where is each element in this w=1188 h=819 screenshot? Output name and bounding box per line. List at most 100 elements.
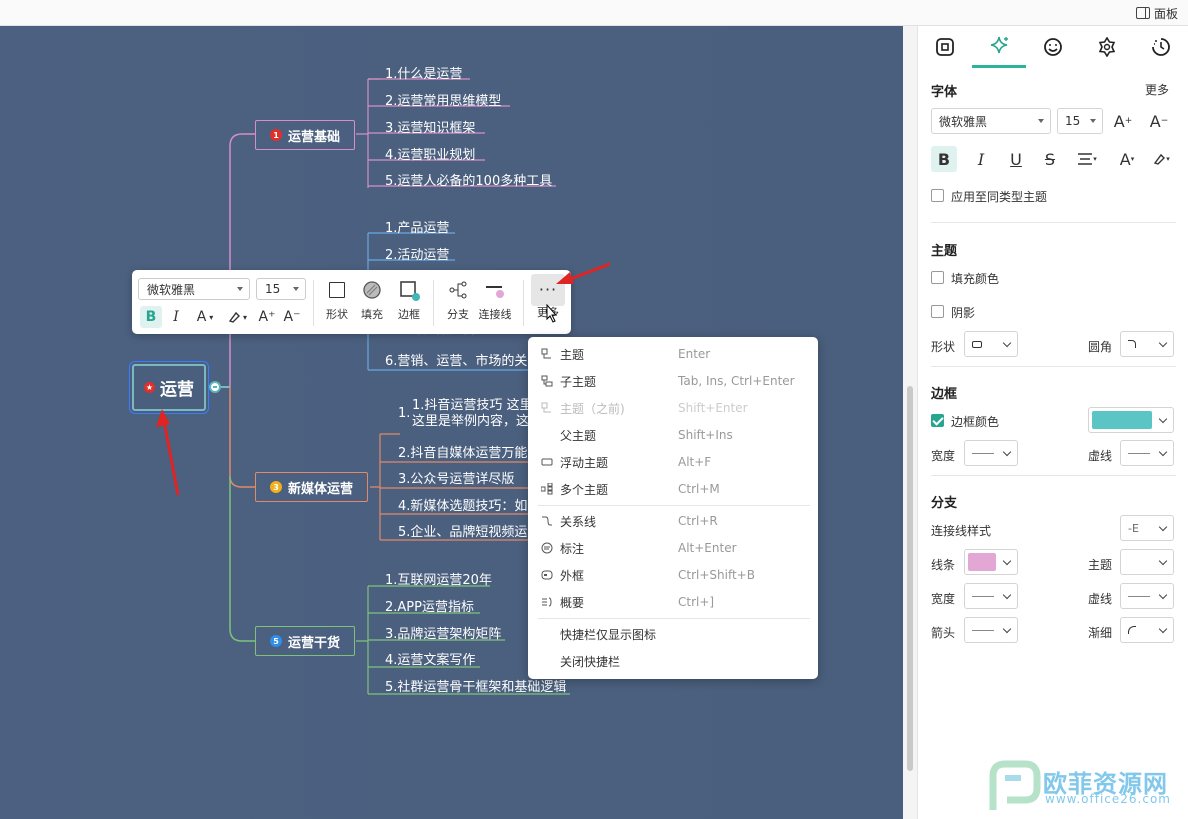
leaf-topic[interactable]: 4.运营职业规划 (385, 144, 475, 166)
leaf-topic[interactable]: 3.运营知识框架 (385, 117, 475, 139)
menu-item-parent-topic[interactable]: 父主题 Shift+Ins (528, 422, 818, 448)
format-panel: 字体 更多 微软雅黑 15 A + A − B I U S ▾ A ▾ ▾ 应用至同类… (917, 26, 1188, 819)
connector-line-button[interactable]: 连接线 (473, 278, 517, 330)
align-icon[interactable]: ▾ (1071, 146, 1103, 172)
taper-icon (1128, 626, 1136, 634)
connector-style-label: 连接线样式 (931, 524, 992, 538)
apply-same-label: 应用至同类型主题 (951, 190, 1048, 204)
more-link[interactable]: 更多 (1145, 81, 1169, 98)
increase-font-icon[interactable]: A + (1110, 108, 1136, 134)
mouse-cursor-icon (546, 304, 558, 323)
menu-item-callout[interactable]: 标注 Alt+Enter (528, 535, 818, 561)
tab-icons[interactable] (1026, 26, 1080, 68)
panel-text-color-icon[interactable]: A ▾ (1113, 146, 1141, 172)
connector-style-select[interactable]: -E (1120, 515, 1174, 541)
panel-font-family-select[interactable]: 微软雅黑 (931, 108, 1051, 134)
line-color-select[interactable] (964, 549, 1018, 575)
border-color-select[interactable] (1088, 407, 1174, 433)
leaf-topic[interactable]: 2.活动运营 (385, 244, 449, 266)
vertical-scrollbar[interactable] (903, 26, 917, 819)
panel-underline-button[interactable]: U (1003, 146, 1029, 172)
border-width-select[interactable] (964, 440, 1018, 466)
corner-label: 圆角 (1088, 340, 1113, 354)
apply-same-checkbox[interactable] (931, 189, 944, 202)
border-icon (400, 281, 420, 301)
leaf-topic[interactable]: 1.产品运营 (385, 217, 449, 239)
tab-format[interactable] (972, 26, 1026, 68)
bold-button[interactable]: B (140, 306, 162, 328)
panel-toggle-button[interactable]: 面板 (1135, 4, 1178, 22)
scrollbar-thumb[interactable] (907, 386, 913, 771)
taper-select[interactable] (1120, 617, 1174, 643)
collapse-toggle-icon[interactable] (209, 381, 221, 393)
menu-item-close-toolbar[interactable]: 关闭快捷栏 (528, 648, 818, 674)
branch-topic-4[interactable]: 5 运营干货 (255, 626, 356, 656)
leaf-topic[interactable]: 6.营销、运营、市场的关系 (385, 350, 530, 372)
leaf-topic[interactable]: 5.企业、品牌短视频运 (398, 521, 530, 543)
leaf-topic[interactable]: 3.公众号运营详尽版 (398, 468, 530, 490)
tab-history[interactable] (1134, 26, 1188, 68)
decrease-font-button[interactable]: A⁻ (281, 306, 303, 328)
branch-topic-select[interactable] (1120, 549, 1174, 575)
relation-icon (540, 514, 554, 528)
leaf-topic[interactable]: 4.运营文案写作 (385, 649, 475, 671)
border-color-checkbox[interactable] (931, 414, 944, 427)
menu-item-multi-topic[interactable]: 多个主题 Ctrl+M (528, 476, 818, 502)
menu-item-subtopic[interactable]: 子主题 Tab, Ins, Ctrl+Enter (528, 368, 818, 394)
fill-color-label: 填充颜色 (951, 272, 1000, 286)
menu-item-topic-before[interactable]: 主题（之前) Shift+Enter (528, 395, 818, 421)
menu-item-floating-topic[interactable]: 浮动主题 Alt+F (528, 449, 818, 475)
connector-style-icon: -E (1128, 521, 1139, 535)
leaf-topic[interactable]: 4.新媒体选题技巧：如 (398, 495, 530, 517)
increase-font-button[interactable]: A⁺ (256, 306, 278, 328)
topic-before-icon (540, 401, 554, 415)
arrow-select[interactable] (964, 617, 1018, 643)
leaf-topic[interactable]: 1.1.抖音运营技巧 这里是举例内容，这这里是举例内容，这 (398, 398, 530, 433)
panel-strikethrough-button[interactable]: S (1037, 146, 1063, 172)
menu-item-icons-only[interactable]: 快捷栏仅显示图标 (528, 621, 818, 647)
menu-item-topic[interactable]: 主题 Enter (528, 341, 818, 367)
border-color-swatch (1092, 411, 1152, 429)
shadow-checkbox[interactable] (931, 305, 944, 318)
red-arrow-icon (556, 262, 611, 284)
leaf-topic[interactable]: 1.互联网运营20年 (385, 569, 492, 591)
decrease-font-icon[interactable]: A − (1146, 108, 1172, 134)
branch-topic-1[interactable]: 1 运营基础 (255, 120, 356, 150)
panel-tabs (918, 26, 1188, 68)
leaf-topic[interactable]: 2.运营常用思维模型 (385, 90, 501, 112)
branch-width-select[interactable] (964, 583, 1018, 609)
central-topic[interactable]: ★ 运营 (132, 364, 206, 411)
panel-highlight-icon[interactable]: ▾ (1147, 146, 1175, 172)
panel-italic-button[interactable]: I (968, 146, 994, 172)
corner-select[interactable] (1120, 331, 1174, 357)
text-color-button[interactable]: A ▾ (190, 306, 220, 328)
panel-font-size-select[interactable]: 15 (1057, 108, 1103, 134)
leaf-topic[interactable]: 1.什么是运营 (385, 63, 462, 85)
leaf-topic[interactable]: 3.品牌运营架构矩阵 (385, 623, 501, 645)
highlight-icon[interactable]: ▾ (222, 306, 252, 328)
branch-dash-select[interactable] (1120, 583, 1174, 609)
tab-style[interactable] (918, 26, 972, 68)
shape-select[interactable] (964, 331, 1018, 357)
menu-item-summary[interactable]: 概要 Ctrl+] (528, 589, 818, 615)
leaf-topic[interactable]: 2.APP运营指标 (385, 596, 474, 618)
border-dash-label: 虚线 (1088, 449, 1113, 463)
border-button[interactable]: 边框 (387, 278, 431, 330)
tab-theme[interactable] (1080, 26, 1134, 68)
branch-topic-3[interactable]: 3 新媒体运营 (255, 472, 369, 502)
summary-icon (540, 595, 554, 609)
menu-item-boundary[interactable]: 外框 Ctrl+Shift+B (528, 562, 818, 588)
shape-icon (329, 282, 345, 298)
branch-topic-label: 主题 (1088, 558, 1113, 572)
italic-button[interactable]: I (165, 306, 187, 328)
border-dash-select[interactable] (1120, 440, 1174, 466)
leaf-topic[interactable]: 5.运营人必备的100多种工具 (385, 170, 552, 192)
font-family-select[interactable]: 微软雅黑 (138, 278, 250, 300)
fill-color-checkbox[interactable] (931, 271, 944, 284)
leaf-topic[interactable]: 5.社群运营骨干框架和基础逻辑 (385, 676, 566, 698)
border-section-title: 边框 (931, 387, 958, 402)
panel-bold-button[interactable]: B (931, 146, 957, 172)
leaf-topic[interactable]: 2.抖音自媒体运营万能 (398, 442, 530, 464)
menu-item-relation[interactable]: 关系线 Ctrl+R (528, 508, 818, 534)
font-size-select[interactable]: 15 (256, 278, 306, 300)
